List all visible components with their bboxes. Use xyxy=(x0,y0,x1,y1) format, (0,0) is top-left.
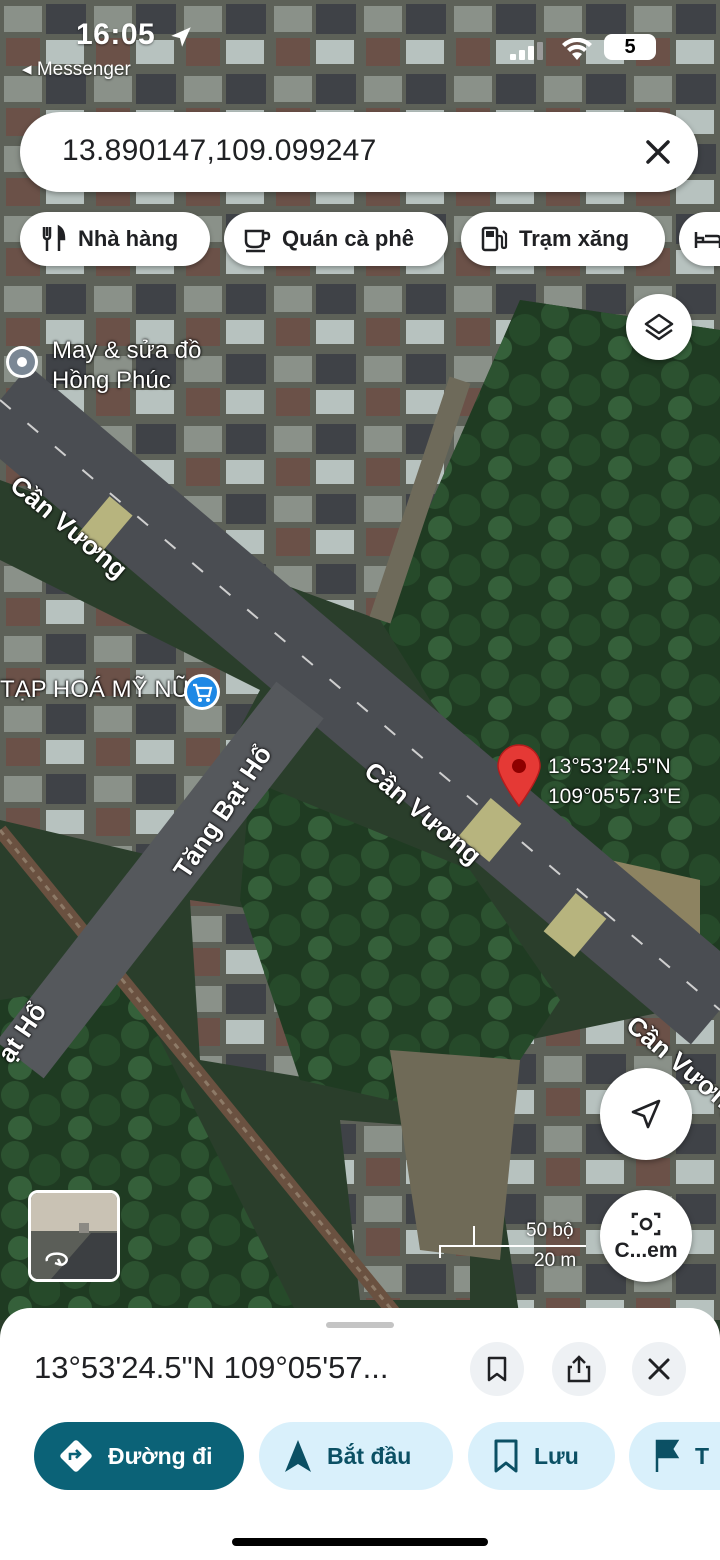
start-button[interactable]: Bắt đầu xyxy=(259,1422,453,1490)
action-label: T xyxy=(695,1442,710,1469)
flag-icon xyxy=(655,1439,680,1472)
dropped-pin-icon[interactable] xyxy=(496,744,542,808)
share-button[interactable] xyxy=(552,1342,606,1396)
home-indicator[interactable] xyxy=(232,1538,488,1546)
place-label: TẠP HOÁ MỸ NỮ xyxy=(0,676,193,703)
location-arrow-icon xyxy=(171,27,191,47)
share-icon xyxy=(567,1355,591,1383)
close-sheet-button[interactable] xyxy=(632,1342,686,1396)
search-input[interactable]: 13.890147,109.099247 xyxy=(62,134,377,168)
pin-coordinates: 13°53'24.5"N 109°05'57.3"E xyxy=(548,752,681,812)
fork-knife-icon xyxy=(42,224,66,251)
chip-label: Quán cà phê xyxy=(282,226,415,251)
layers-button[interactable] xyxy=(626,294,692,360)
camera-lens-icon xyxy=(631,1212,661,1236)
cellular-signal-icon xyxy=(510,42,543,60)
place-sheet[interactable]: 13°53'24.5"N 109°05'57... Đường đi Bắt đ… xyxy=(0,1308,720,1560)
chip-label: Trạm xăng xyxy=(519,226,630,251)
action-label: Lưu xyxy=(534,1442,579,1469)
shopping-cart-icon xyxy=(184,674,220,710)
scale-metric: 20 m xyxy=(534,1250,577,1271)
status-time: 16:05 xyxy=(76,18,156,51)
action-label: Đường đi xyxy=(108,1442,213,1469)
chip-gas-station[interactable]: Trạm xăng xyxy=(461,212,665,266)
pin-longitude: 109°05'57.3"E xyxy=(548,785,682,808)
save-button[interactable]: Lưu xyxy=(468,1422,615,1490)
place-label: May & sửa đồ Hồng Phúc xyxy=(52,337,202,394)
street-view-thumbnail[interactable] xyxy=(28,1190,120,1282)
place-pin-icon xyxy=(6,346,38,378)
search-bar[interactable]: 13.890147,109.099247 xyxy=(20,112,698,192)
sheet-title: 13°53'24.5"N 109°05'57... xyxy=(34,1350,389,1385)
directions-button[interactable]: Đường đi xyxy=(34,1422,244,1490)
my-location-button[interactable] xyxy=(600,1068,692,1160)
pin-latitude: 13°53'24.5"N xyxy=(548,755,671,778)
gas-pump-icon xyxy=(481,226,508,252)
directions-icon xyxy=(60,1440,92,1472)
chip-coffee[interactable]: Quán cà phê xyxy=(224,212,448,266)
navigation-arrow-icon xyxy=(631,1099,661,1129)
map-scale: 50 bộ 20 m xyxy=(438,1220,588,1272)
status-bar: 16:05 ◂ Messenger 5 xyxy=(0,0,720,90)
bed-icon xyxy=(694,232,720,248)
save-icon-button[interactable] xyxy=(470,1342,524,1396)
camera-search-button[interactable]: C...em xyxy=(600,1190,692,1282)
back-to-app-link[interactable]: ◂ Messenger xyxy=(22,58,131,81)
bookmark-icon xyxy=(487,1356,507,1382)
sheet-handle[interactable] xyxy=(326,1322,394,1328)
street-view-image xyxy=(31,1193,117,1279)
scale-imperial: 50 bộ xyxy=(526,1220,574,1241)
navigation-arrow-icon xyxy=(285,1440,311,1472)
camera-label: C...em xyxy=(614,1239,678,1262)
wifi-icon xyxy=(562,38,592,60)
action-label: Bắt đầu xyxy=(327,1442,412,1469)
coffee-cup-icon xyxy=(244,229,271,253)
more-action-button[interactable]: T xyxy=(629,1422,720,1490)
close-icon xyxy=(648,1358,670,1380)
bookmark-icon xyxy=(494,1439,518,1473)
battery-indicator: 5 xyxy=(604,34,656,60)
chip-restaurants[interactable]: Nhà hàng xyxy=(20,212,210,266)
chip-label: Nhà hàng xyxy=(78,226,179,251)
close-icon[interactable] xyxy=(638,132,678,172)
layers-icon xyxy=(644,313,674,341)
